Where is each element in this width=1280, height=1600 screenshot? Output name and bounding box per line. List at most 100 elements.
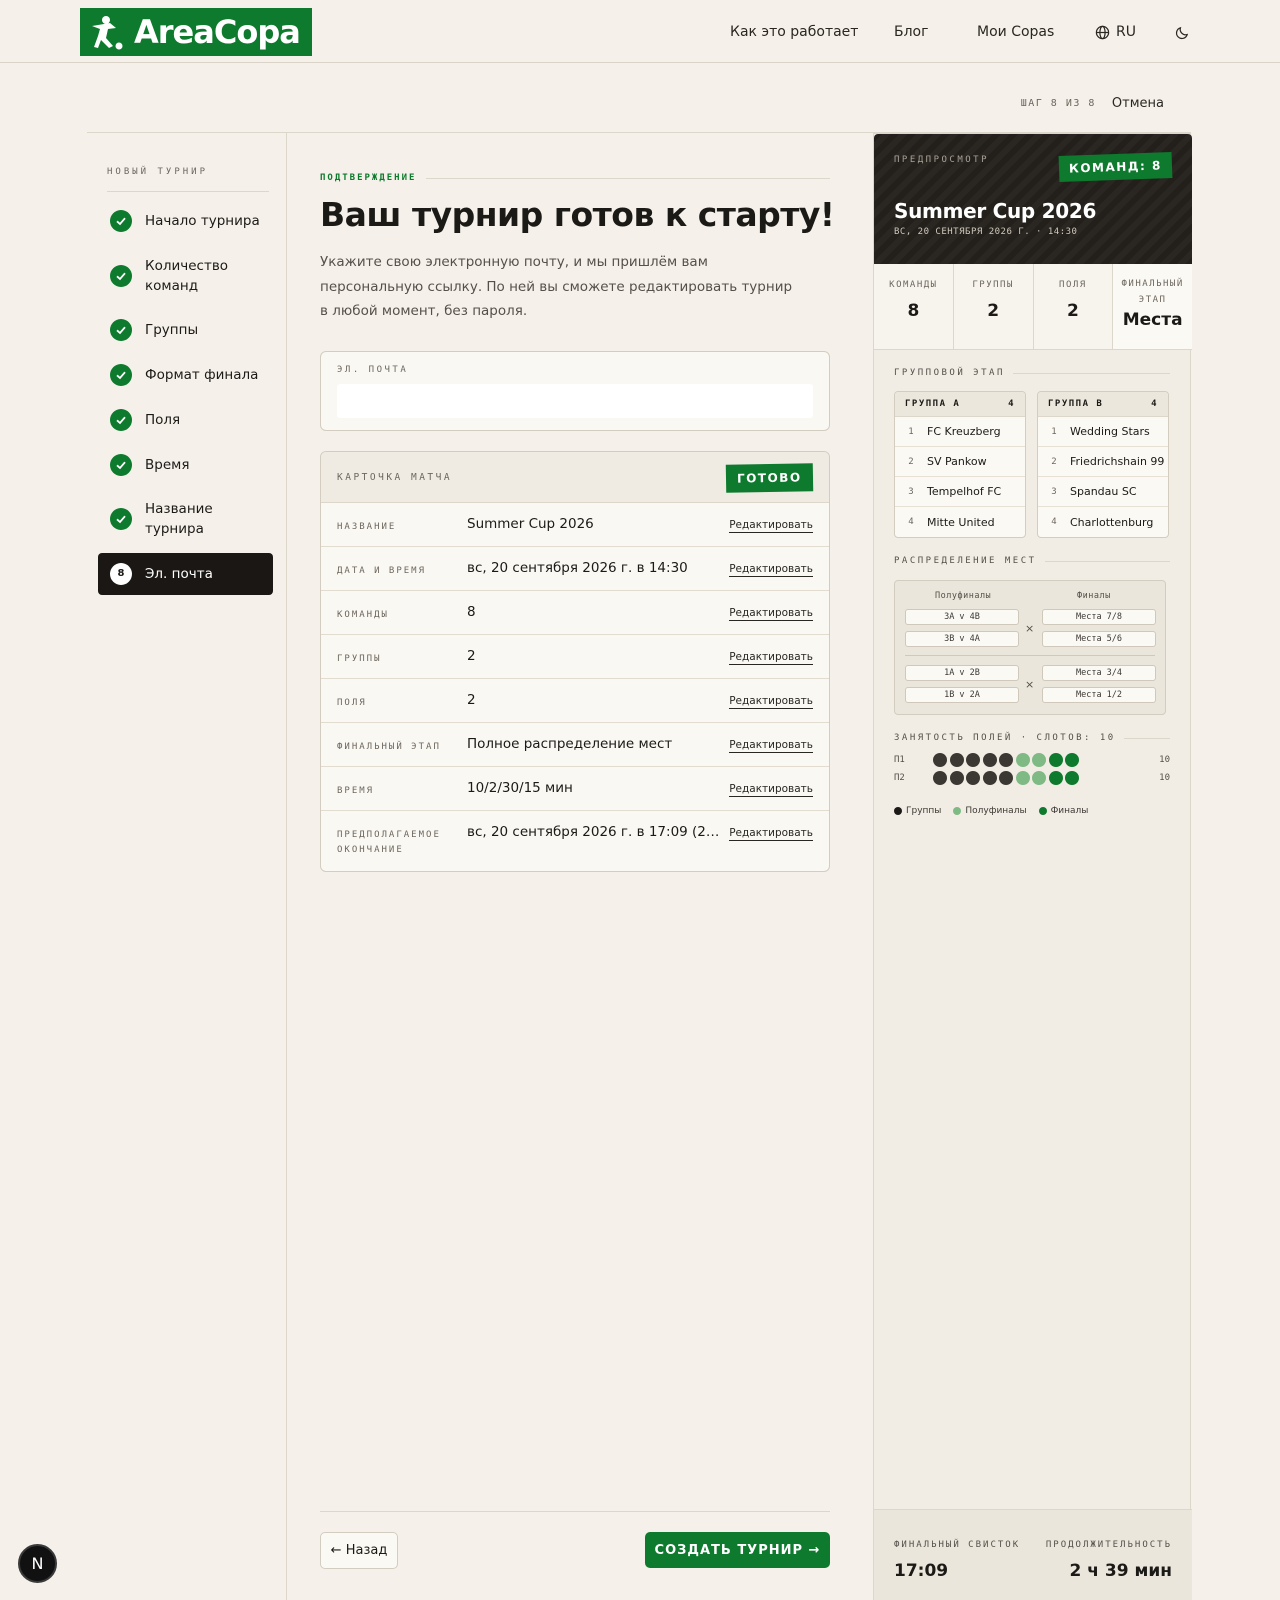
team-row: 1 Wedding Stars [1038,417,1168,447]
summary-row-datetime: ДАТА И ВРЕМЯ вс, 20 сентября 2026 г. в 1… [321,547,829,591]
divider [1123,737,1170,739]
create-tournament-button[interactable]: СОЗДАТЬ ТУРНИР → [645,1532,830,1568]
cancel-link[interactable]: Отмена [1112,96,1164,111]
edit-link[interactable]: Редактировать [729,783,813,797]
nav-blog[interactable]: Блог [894,20,928,44]
back-button[interactable]: ← Назад [320,1532,398,1569]
slot-dot [949,771,964,785]
stat-groups: ГРУППЫ 2 [954,264,1034,349]
sidebar-heading: НОВЫЙ ТУРНИР [107,167,269,192]
team-count-badge: КОМАНД: 8 [1058,152,1173,182]
sidebar-item-label: Формат финала [145,367,259,383]
sidebar-item-fields[interactable]: Поля [98,408,273,432]
legend-groups: Группы [894,806,941,816]
row-key: ПРЕДПОЛАГАЕМОЕ ОКОНЧАНИЕ [337,830,441,855]
team-row: 1 FC Kreuzberg [895,417,1025,447]
duration-label: ПРОДОЛЖИТЕЛЬНОСТЬ [1045,1540,1172,1550]
slot-dot [1048,771,1063,785]
sidebar-item-email[interactable]: 8 Эл. почта [98,553,273,595]
edit-link[interactable]: Редактировать [729,739,813,753]
theme-toggle[interactable] [1175,20,1190,44]
check-icon [110,364,132,386]
sidebar-item-label: Название турнира [145,501,213,537]
sidebar-item-final-format[interactable]: Формат финала [98,363,273,387]
sidebar-item-name[interactable]: Название турнира [98,498,273,540]
team-row: 3 Tempelhof FC [895,477,1025,507]
edit-link[interactable]: Редактировать [729,695,813,709]
summary-row-final-stage: ФИНАЛЬНЫЙ ЭТАП Полное распределение мест… [321,723,829,767]
edit-link[interactable]: Редактировать [729,607,813,621]
sidebar-item-teams[interactable]: Количество команд [98,255,273,297]
row-value: 2 [467,692,476,708]
match-card-title: КАРТОЧКА МАТЧА [337,472,453,483]
preview-label: ПРЕДПРОСМОТР [894,155,990,165]
slot-dot [949,753,964,767]
moon-icon [1175,26,1189,39]
legend-finals: Финалы [1038,806,1088,816]
row-value: вс, 20 сентября 2026 г. в 17:09 (2 ч 39 … [467,824,723,840]
stat-value: Места [1122,310,1183,330]
stat-label: ФИНАЛЬНЫЙ ЭТАП [1121,279,1184,305]
slot-dot [1032,771,1046,785]
semi-match: 1A v 2B [905,665,1019,681]
check-icon [110,265,132,287]
stat-value: 2 [987,301,1000,321]
edit-link[interactable]: Редактировать [729,563,813,577]
stat-fields: ПОЛЯ 2 [1034,264,1114,349]
row-key: ПОЛЯ [337,698,367,708]
page-description: Укажите свою электронную почту, и мы при… [320,254,793,319]
group-count: 4 [1008,399,1015,409]
team-rank: 4 [908,517,914,527]
email-field-box: ЭЛ. ПОЧТА [320,351,830,431]
group-card-b: ГРУППА B 4 1 Wedding Stars 2 Friedrichshai… [1037,391,1169,538]
slot-dot [982,771,997,785]
group-header: ГРУППА B 4 [1038,392,1168,417]
edit-link[interactable]: Редактировать [729,651,813,665]
finals-label: Финалы [1077,591,1111,601]
row-value: вс, 20 сентября 2026 г. в 14:30 [467,560,688,576]
divider [1012,372,1170,374]
team-rank: 1 [1051,426,1057,437]
sidebar-item-label: Эл. почта [145,566,213,582]
divider [426,177,830,179]
section-eyebrow: ПОДТВЕРЖДЕНИЕ [320,173,830,183]
sidebar-item-time[interactable]: Время [98,453,273,477]
divider [905,655,1155,656]
check-icon [110,508,132,530]
team-rank: 3 [1051,486,1057,497]
section-label: ЗАНЯТОСТЬ ПОЛЕЙ · СЛОТОВ: 10 [894,733,1116,743]
dev-tools-badge[interactable]: N [18,1544,57,1583]
nav-my-copas[interactable]: Мои Copas [977,20,1054,44]
slot-dot [933,753,947,767]
sidebar-item-start[interactable]: Начало турнира [98,209,273,233]
versus-mark: × [1025,678,1035,691]
stat-teams: КОМАНДЫ 8 [874,264,954,349]
slot-dot [933,771,947,785]
stat-value: 8 [907,301,920,321]
team-name: Wedding Stars [1070,425,1150,438]
top-bar: AreaCopa Как это работает Блог Мои Copas… [0,0,1280,63]
check-icon [110,454,132,476]
sidebar-item-label: Группы [145,322,199,338]
row-key: ФИНАЛЬНЫЙ ЭТАП [337,742,441,752]
row-key: ГРУППЫ [337,654,382,664]
sidebar-item-groups[interactable]: Группы [98,318,273,342]
summary-row-teams: КОМАНДЫ 8 Редактировать [321,591,829,635]
team-row: 3 Spandau SC [1038,477,1168,507]
occupancy-heading: ЗАНЯТОСТЬ ПОЛЕЙ · СЛОТОВ: 10 [894,733,1170,743]
team-name: Mitte United [927,515,995,529]
summary-row-fields: ПОЛЯ 2 Редактировать [321,679,829,723]
edit-link[interactable]: Редактировать [729,519,813,533]
nav-how-it-works[interactable]: Как это работает [730,20,858,44]
final-match: Места 5/6 [1042,631,1156,647]
language-switcher[interactable]: RU [1095,20,1136,44]
main-content: ПОДТВЕРЖДЕНИЕ Ваш турнир готов к старту!… [320,133,835,1600]
logo[interactable]: AreaCopa [80,8,312,56]
field-slot-count: 10 [1159,773,1170,783]
email-input[interactable] [337,384,813,418]
placement-heading: РАСПРЕДЕЛЕНИЕ МЕСТ [894,556,1170,566]
edit-link[interactable]: Редактировать [729,827,813,841]
summary-row-name: НАЗВАНИЕ Summer Cup 2026 Редактировать [321,503,829,547]
team-name: SV Pankow [927,455,987,468]
stat-final-stage: ФИНАЛЬНЫЙ ЭТАП Места [1113,264,1192,349]
